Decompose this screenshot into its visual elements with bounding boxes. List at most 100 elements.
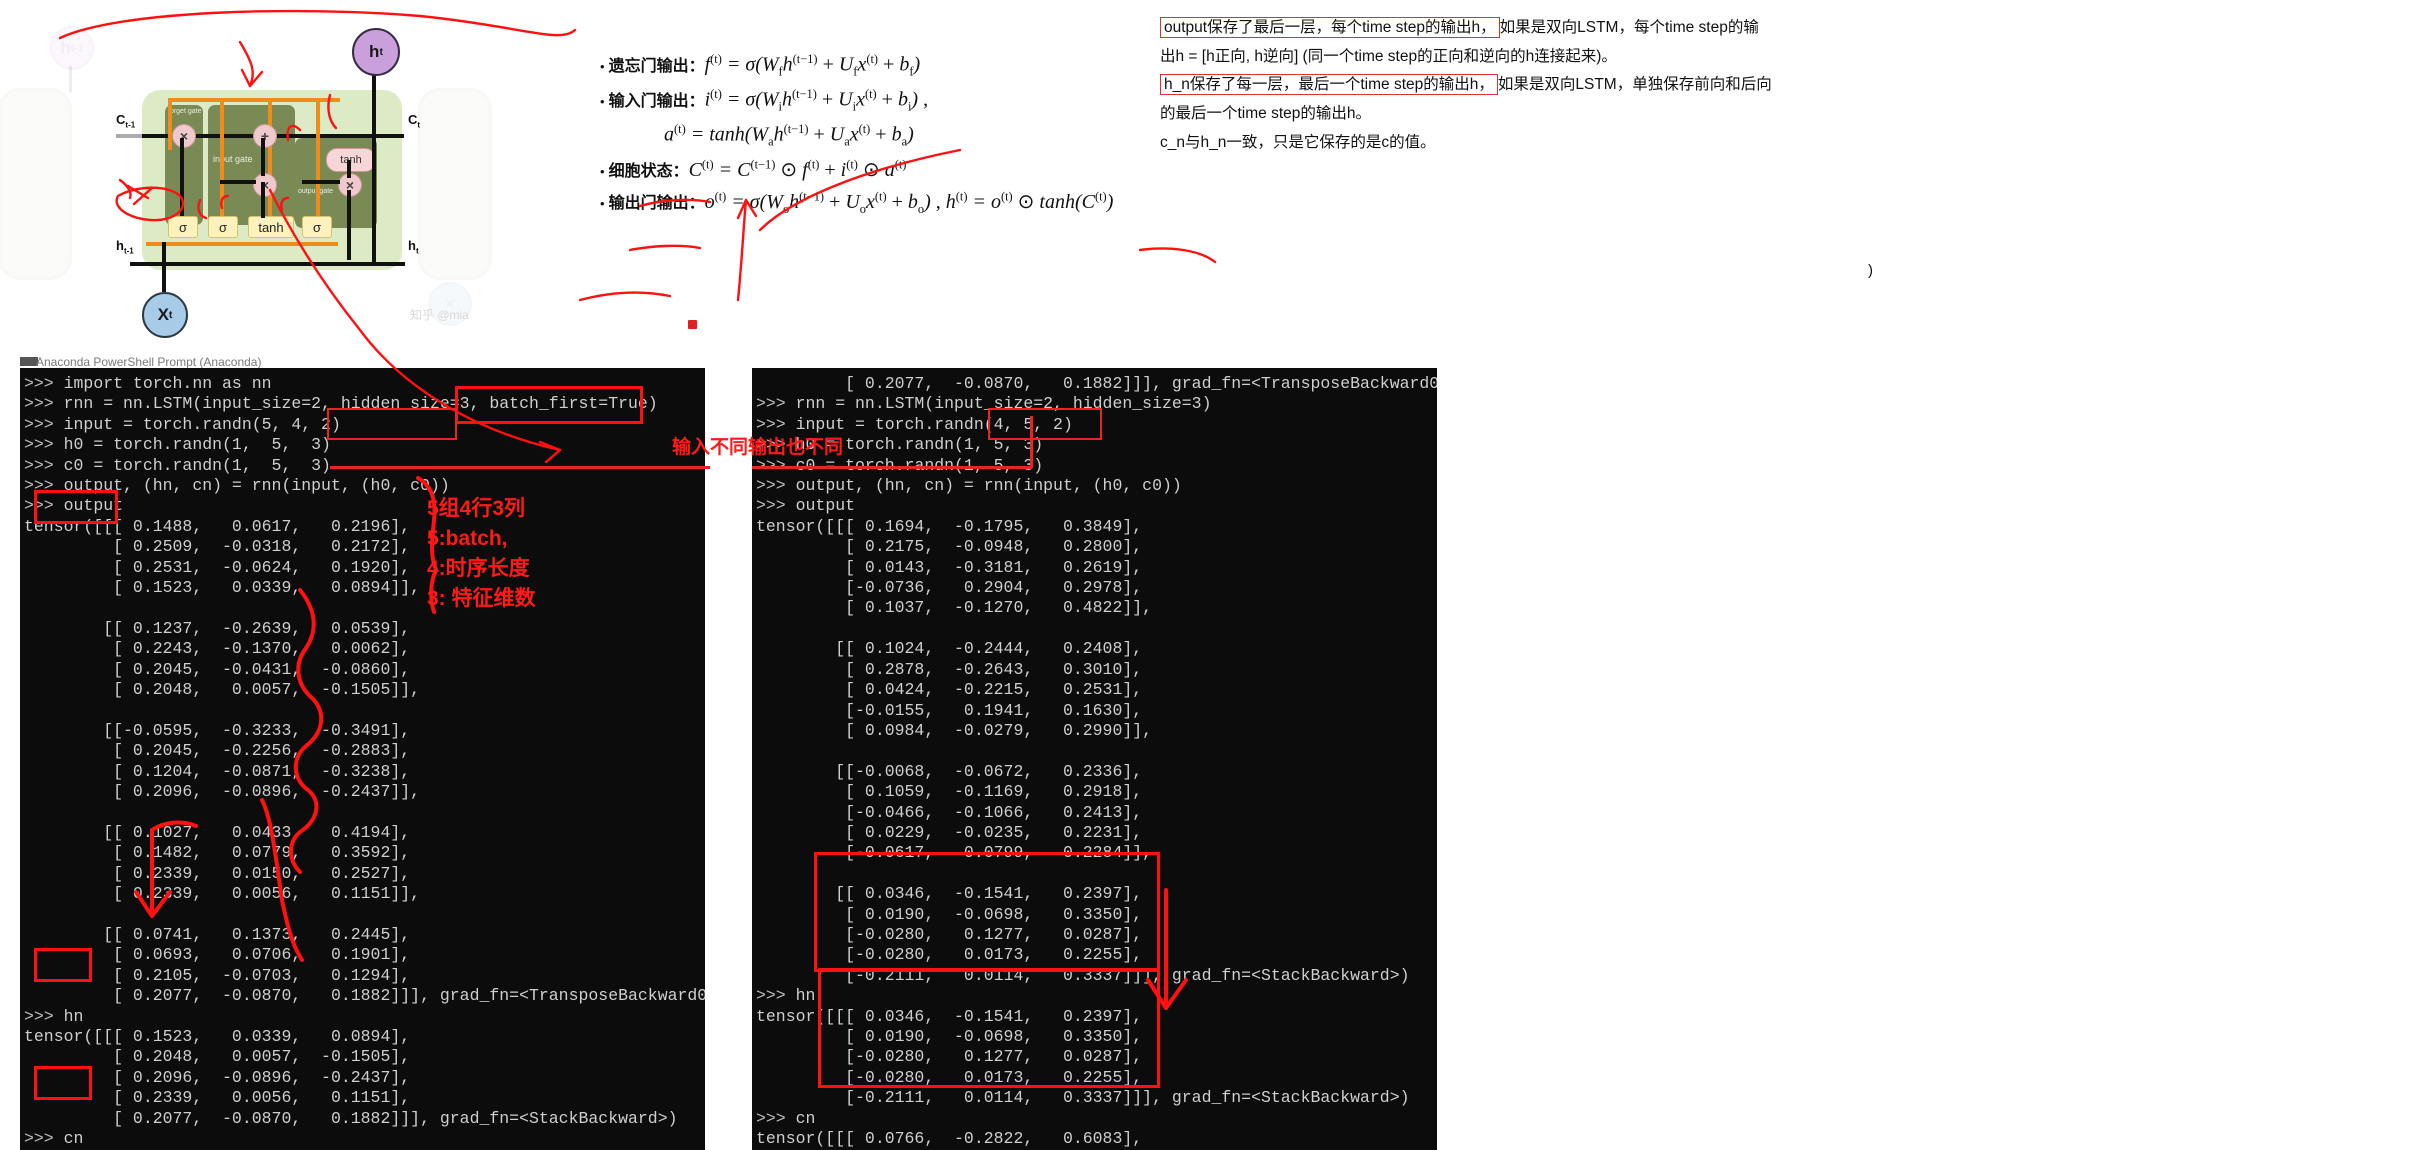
console-line: [[ 0.0741, 0.1373, 0.2445], bbox=[24, 924, 411, 944]
prompt-marker: >>> bbox=[756, 476, 796, 496]
prompt-marker: >>> bbox=[756, 1108, 796, 1128]
cell-add-op: + bbox=[253, 124, 277, 148]
console-line: [-0.2111, 0.0114, 0.3337]]], grad_fn=<St… bbox=[756, 965, 1410, 985]
note-line-2: 出h = [h正向, h逆向] (同一个time step的正向和逆向的h连接起… bbox=[1160, 47, 1617, 65]
formula-math-output: o(t) = σ(Woh(t−1) + Uox(t) + bo) , h(t) … bbox=[704, 189, 1114, 216]
prompt-marker: >>> bbox=[24, 414, 64, 434]
terminal-left[interactable]: >>> import torch.nn as nn >>> rnn = nn.LS… bbox=[20, 368, 705, 1150]
console-line: [-0.0155, 0.1941, 0.1630], bbox=[756, 700, 1143, 720]
console-line: [-0.0280, 0.0173, 0.2255], bbox=[756, 945, 1143, 965]
xt-riser bbox=[162, 242, 166, 292]
console-line: >>> output, (hn, cn) = rnn(input, (h0, c… bbox=[756, 476, 1182, 496]
console-line: [ 0.0424, -0.2215, 0.2531], bbox=[756, 680, 1143, 700]
sigma-gate-input: σ bbox=[208, 216, 238, 238]
console-line: >>> input = torch.randn(4, 5, 2) bbox=[756, 414, 1073, 434]
h-prev-label: ht-1 bbox=[116, 238, 134, 256]
formula-label-forget: 遗忘门输出： bbox=[608, 58, 705, 75]
bullet-icon: • bbox=[600, 163, 605, 179]
console-line: [[ 0.1237, -0.2639, 0.0539], bbox=[24, 618, 411, 638]
console-line: >>> hn bbox=[756, 986, 816, 1006]
console-line: [ 0.0143, -0.3181, 0.2619], bbox=[756, 557, 1143, 577]
console-line: >>> c0 = torch.randn(1, 5, 3) bbox=[24, 455, 331, 475]
console-line: [ 0.2048, 0.0057, -0.1505], bbox=[24, 1047, 411, 1067]
note-hn-boxed: h_n保存了每一层，最后一个time step的输出h， bbox=[1160, 74, 1498, 96]
console-line: [-0.0280, 0.0173, 0.2255], bbox=[756, 1067, 1143, 1087]
console-line: >>> hn bbox=[24, 1006, 84, 1026]
console-line: [ 0.2878, -0.2643, 0.3010], bbox=[756, 659, 1143, 679]
console-line: [ 0.0984, -0.0279, 0.2990]], bbox=[756, 720, 1153, 740]
console-line: [ 0.2531, -0.0624, 0.1920], bbox=[24, 557, 411, 577]
console-line: [ 0.0190, -0.0698, 0.3350], bbox=[756, 1027, 1143, 1046]
prompt-marker: >>> bbox=[24, 476, 64, 496]
terminal-right[interactable]: [ 0.2077, -0.0870, 0.1882]]], grad_fn=<T… bbox=[752, 368, 1437, 1150]
red-marker-dot bbox=[688, 320, 697, 329]
formula-math-forget: f(t) = σ(Wfh(t−1) + Ufx(t) + bf) bbox=[704, 52, 921, 79]
candidate-riser bbox=[261, 182, 265, 218]
ghost-h-label: h bbox=[60, 38, 71, 57]
bullet-icon: • bbox=[600, 94, 605, 109]
ghost-arrow-left bbox=[69, 66, 72, 92]
console-line: [ 0.2509, -0.0318, 0.2172], bbox=[24, 537, 411, 557]
console-line: [[-0.0595, -0.3233, -0.3491], bbox=[24, 720, 411, 740]
input-riser bbox=[261, 138, 265, 176]
console-line: tensor([[[ 0.1523, 0.0339, 0.0894], bbox=[24, 1027, 411, 1046]
ghost-cell-right bbox=[418, 88, 492, 280]
console-line: [[ 0.1027, 0.0433, 0.4194], bbox=[24, 822, 411, 842]
formula-label-input: 输入门输出： bbox=[608, 93, 705, 110]
prompt-marker: >>> bbox=[756, 496, 796, 516]
prompt-marker: >>> bbox=[756, 986, 796, 1006]
orange-riser-3 bbox=[268, 98, 272, 216]
lstm-cell-diagram: h t-1 × forget gate input gate output gat… bbox=[0, 10, 540, 355]
formula-row-cellstate: • 细胞状态： C(t) = C(t−1) ⊙ f(t) + i(t) ⊙ a(… bbox=[600, 157, 1160, 182]
console-line: [ 0.1059, -0.1169, 0.2918], bbox=[756, 782, 1143, 802]
console-line: [ 0.2096, -0.0896, -0.2437], bbox=[24, 1067, 411, 1087]
ht-riser-top bbox=[372, 72, 376, 138]
prompt-marker: >>> bbox=[756, 414, 796, 434]
sigma-gate-output: σ bbox=[302, 216, 332, 238]
ghost-cell-left bbox=[0, 88, 72, 280]
input-gate-label: input gate bbox=[213, 154, 253, 164]
console-line: [-0.0736, 0.2904, 0.2978], bbox=[756, 578, 1143, 598]
x-input-node: Xt bbox=[142, 292, 188, 338]
console-line: [ 0.2096, -0.0896, -0.2437]], bbox=[24, 782, 421, 802]
console-line: >>> import torch.nn as nn bbox=[24, 374, 272, 393]
orange-from-h bbox=[146, 242, 172, 246]
console-line: >>> h0 = torch.randn(1, 5, 3) bbox=[756, 435, 1044, 455]
console-line: [ 0.1204, -0.0871, -0.3238], bbox=[24, 761, 411, 781]
explanation-notes: output保存了最后一层，每个time step的输出h， 如果是双向LSTM，… bbox=[1160, 14, 1910, 157]
cell-state-line-in bbox=[116, 134, 146, 138]
prompt-marker: >>> bbox=[24, 435, 64, 455]
console-line: [[ 0.1024, -0.2444, 0.2408], bbox=[756, 639, 1143, 659]
formula-row-output: • 输出门输出： o(t) = σ(Woh(t−1) + Uox(t) + bo… bbox=[600, 189, 1160, 217]
console-line: [ 0.1037, -0.1270, 0.4822]], bbox=[756, 598, 1153, 618]
formula-label-output: 输出门输出： bbox=[608, 194, 705, 212]
console-line: [-0.0617, 0.0799, 0.2284]], bbox=[756, 843, 1153, 863]
cell-tanh-oval: tanh bbox=[326, 148, 376, 172]
console-line: [ 0.1523, 0.0339, 0.0894]], bbox=[24, 578, 421, 598]
output-down bbox=[347, 190, 351, 260]
formula-math-input: i(t) = σ(Wih(t−1) + Uix(t) + bi) , bbox=[704, 87, 929, 114]
prompt-marker: >>> bbox=[756, 435, 796, 455]
console-line: [ 0.2243, -0.1370, 0.0062], bbox=[24, 639, 411, 659]
prompt-marker: >>> bbox=[756, 394, 796, 414]
console-line: [ 0.2077, -0.0870, 0.1882]]], grad_fn=<T… bbox=[756, 374, 1437, 393]
console-line: [-0.2111, 0.0114, 0.3337]]], grad_fn=<St… bbox=[756, 1088, 1410, 1108]
lstm-formula-list: • 遗忘门输出： f(t) = σ(Wfh(t−1) + Ufx(t) + bf… bbox=[600, 52, 1160, 224]
note-line-4: 的最后一个time step的输出h。 bbox=[1160, 105, 1372, 123]
console-line: [[-0.0068, -0.0672, 0.2336], bbox=[756, 761, 1143, 781]
console-line: [ 0.0229, -0.0235, 0.2231], bbox=[756, 822, 1143, 842]
orange-riser-2 bbox=[220, 98, 224, 216]
console-line: >>> rnn = nn.LSTM(input_size=2, hidden_s… bbox=[24, 394, 658, 414]
formula-row-input: • 输入门输出： i(t) = σ(Wih(t−1) + Uix(t) + bi… bbox=[600, 87, 1160, 115]
formula-label-cellstate: 细胞状态： bbox=[608, 162, 689, 180]
forget-gate-label: forget gate bbox=[168, 108, 202, 115]
c-prev-label: Ct-1 bbox=[116, 112, 136, 130]
tanh-down bbox=[347, 160, 351, 178]
console-line: [ 0.2045, -0.0431, -0.0860], bbox=[24, 659, 411, 679]
console-line: [ 0.2339, 0.0150, 0.2527], bbox=[24, 863, 411, 883]
forget-multiply-op: × bbox=[172, 124, 196, 148]
